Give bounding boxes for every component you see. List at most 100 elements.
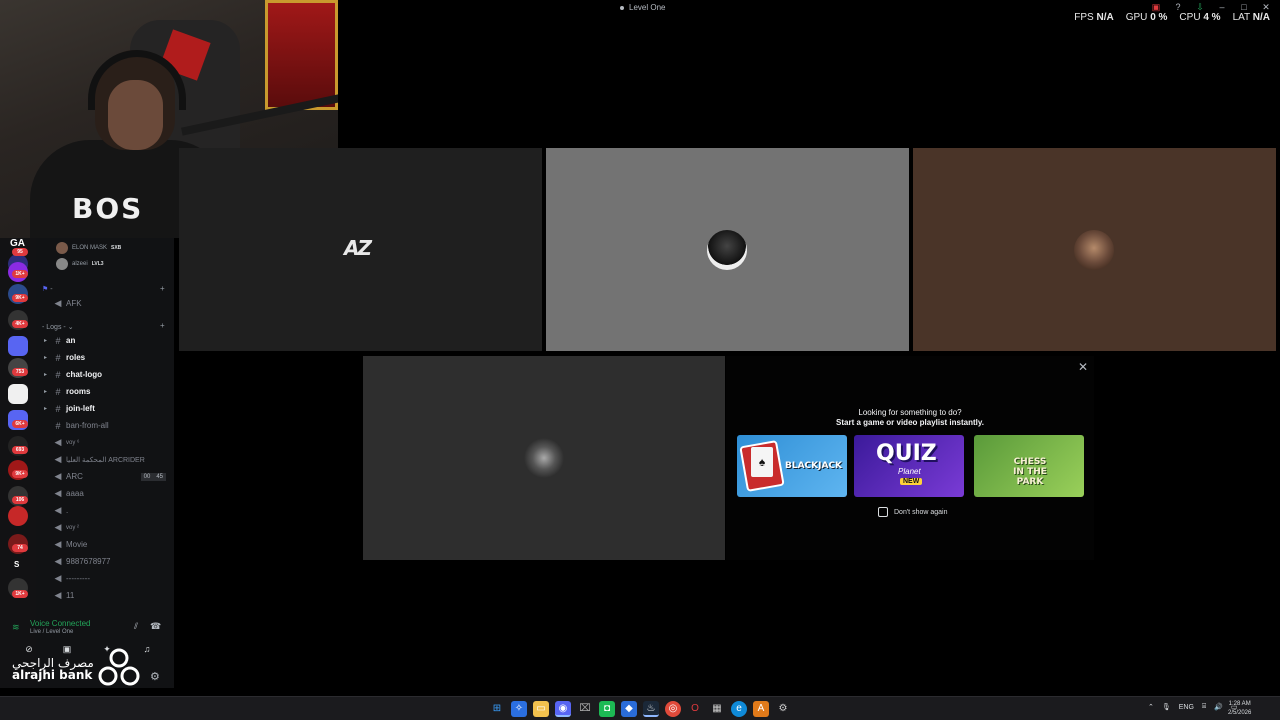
voice-user[interactable]: alzeei LVL3 — [56, 258, 104, 270]
voice-user[interactable]: ELON MASK SXB — [56, 242, 121, 254]
app-icon[interactable]: A — [753, 701, 769, 717]
soundboard-icon[interactable]: ♫ — [140, 644, 154, 656]
signal-icon[interactable]: ≋ — [12, 622, 20, 633]
perf-value: N/A — [1096, 12, 1114, 23]
opera-icon[interactable]: O — [687, 701, 703, 717]
copilot-icon[interactable]: ✧ — [511, 701, 527, 717]
settings-icon[interactable]: ⚙ — [775, 701, 791, 717]
hash-icon: # — [55, 335, 61, 346]
create-channel-icon[interactable]: + — [160, 284, 165, 293]
hash-icon: # — [55, 369, 61, 380]
close-icon[interactable]: ✕ — [1078, 360, 1088, 374]
voice-channel[interactable]: ◀ 9887678977 — [44, 554, 170, 569]
language-indicator[interactable]: ENG — [1179, 704, 1194, 711]
edge-icon[interactable]: e — [731, 701, 747, 717]
discord-icon[interactable]: ◉ — [555, 701, 571, 717]
video-tile[interactable] — [546, 148, 909, 351]
volume-icon[interactable]: 🔊 — [1214, 703, 1223, 711]
voice-channel[interactable]: ◀ --------- — [44, 571, 170, 586]
video-tile[interactable] — [363, 356, 725, 560]
server-icon-s[interactable]: S — [14, 560, 19, 569]
channel-name: Movie — [66, 540, 88, 549]
speaker-icon: ◀ — [54, 573, 62, 583]
channel-afk[interactable]: ◀ AFK — [44, 296, 170, 311]
app-icon[interactable]: ▦ — [709, 701, 725, 717]
channel-name: المحكمة العليا ARCRIDER — [66, 456, 145, 464]
app-icon[interactable]: ◆ — [621, 701, 637, 717]
channel-ban-from-all[interactable]: # ban-from-all — [44, 418, 170, 433]
voice-channel[interactable]: ◀ voy ² — [44, 520, 170, 535]
unread-badge: 1K+ — [12, 590, 28, 598]
app-icon[interactable]: ⌧ — [577, 701, 593, 717]
video-tile[interactable] — [913, 148, 1276, 351]
system-tray: ⌃ 🎙 ENG ⌸ 🔊 ▭ — [1148, 703, 1237, 711]
game-card-chess[interactable]: CHESS IN THE PARK — [974, 435, 1084, 497]
channel-rooms[interactable]: ▸ # rooms — [44, 384, 170, 399]
file-explorer-icon[interactable]: ▭ — [533, 701, 549, 717]
voice-channel[interactable]: ◀. — [44, 503, 170, 518]
voice-channel[interactable]: ◀ 11 — [44, 588, 170, 603]
shirt-text: BOS — [72, 192, 144, 225]
speaker-icon: ◀ — [54, 298, 62, 308]
category-label: - Logs - — [42, 324, 66, 331]
hash-icon: # — [55, 352, 61, 363]
camera-off-icon[interactable]: ⊘ — [22, 644, 36, 656]
perf-cpu: CPU 4 % — [1179, 12, 1220, 23]
voice-channel[interactable]: ◀ voy ⁶ — [44, 435, 170, 450]
channel-an[interactable]: ▸ # an — [44, 333, 170, 348]
avatar — [56, 258, 68, 270]
perf-value: N/A — [1252, 12, 1270, 23]
steam-icon[interactable]: ♨ — [643, 701, 659, 717]
voice-channel-arc[interactable]: ◀ ARC 00 45 — [44, 469, 170, 484]
network-icon[interactable]: ⌸ — [1202, 703, 1206, 711]
channel-name: AFK — [66, 299, 82, 308]
chrome-icon[interactable]: ◎ — [665, 701, 681, 717]
throne-chair — [265, 0, 338, 110]
disconnect-icon[interactable]: ☎ — [150, 621, 161, 632]
speaker-icon: ◀ — [54, 471, 62, 481]
category-label: - — [50, 286, 53, 293]
screen-share-icon[interactable]: ▣ — [60, 644, 74, 656]
channel-join-left[interactable]: ▸ # join-left — [44, 401, 170, 416]
channel-name: 9887678977 — [66, 557, 111, 566]
checkbox[interactable] — [878, 507, 888, 517]
category-header[interactable]: ⚑ - — [42, 285, 53, 293]
clock[interactable]: 1:28 AM 2/5/2026 — [1228, 700, 1251, 718]
user-count: 00 — [140, 472, 154, 481]
chevron-right-icon: ▸ — [44, 406, 48, 412]
start-icon[interactable]: ⊞ — [489, 701, 505, 717]
dont-show-again[interactable]: Don't show again — [878, 507, 947, 517]
game-card-quiz[interactable]: QUIZ Planet NEW — [854, 435, 964, 497]
unread-badge: 74 — [12, 544, 28, 552]
chevron-up-icon[interactable]: ⌃ — [1148, 703, 1154, 711]
noise-suppression-icon[interactable]: ⫽ — [134, 621, 138, 632]
voice-channel-movie[interactable]: ◀ Movie — [44, 537, 170, 552]
game-title: QUIZ — [876, 441, 937, 466]
chevron-down-icon: ⌄ — [67, 324, 74, 331]
game-title: BLACKJACK — [785, 461, 843, 471]
speaker-icon: ◀ — [54, 590, 62, 600]
taskbar: ⊞ ✧ ▭ ◉ ⌧ ◘ ◆ ♨ ◎ O ▦ e A ⚙ ⌃ 🎙 ENG ⌸ 🔊 … — [0, 696, 1280, 720]
game-card-blackjack[interactable]: ♠ BLACKJACK — [737, 435, 847, 497]
window-title: Level One — [620, 3, 665, 12]
settings-gear-icon[interactable]: ⚙ — [150, 670, 160, 683]
folder-icon[interactable] — [8, 336, 28, 356]
perf-label: CPU — [1179, 12, 1201, 23]
voice-status[interactable]: Voice Connected — [30, 619, 91, 628]
app-icon[interactable]: ◘ — [599, 701, 615, 717]
avatar — [707, 230, 747, 270]
video-tile[interactable]: AZ — [179, 148, 542, 351]
speaker-icon: ◀ — [54, 539, 62, 549]
channel-chat-logo[interactable]: ▸ # chat-logo — [44, 367, 170, 382]
unread-badge: 1K+ — [12, 270, 28, 278]
channel-roles[interactable]: ▸ # roles — [44, 350, 170, 365]
voice-channel[interactable]: ◀ aaaa — [44, 486, 170, 501]
mic-icon[interactable]: 🎙 — [1162, 703, 1171, 711]
voice-channel[interactable]: ◀ المحكمة العليا ARCRIDER — [44, 452, 170, 467]
server-icon[interactable] — [8, 506, 28, 526]
checkbox-label: Don't show again — [894, 508, 948, 516]
category-header[interactable]: - Logs - ⌄ — [42, 323, 74, 331]
voice-channel-link[interactable]: Live / Level One — [30, 629, 73, 635]
create-channel-icon[interactable]: + — [160, 321, 165, 330]
server-icon[interactable] — [8, 384, 28, 404]
